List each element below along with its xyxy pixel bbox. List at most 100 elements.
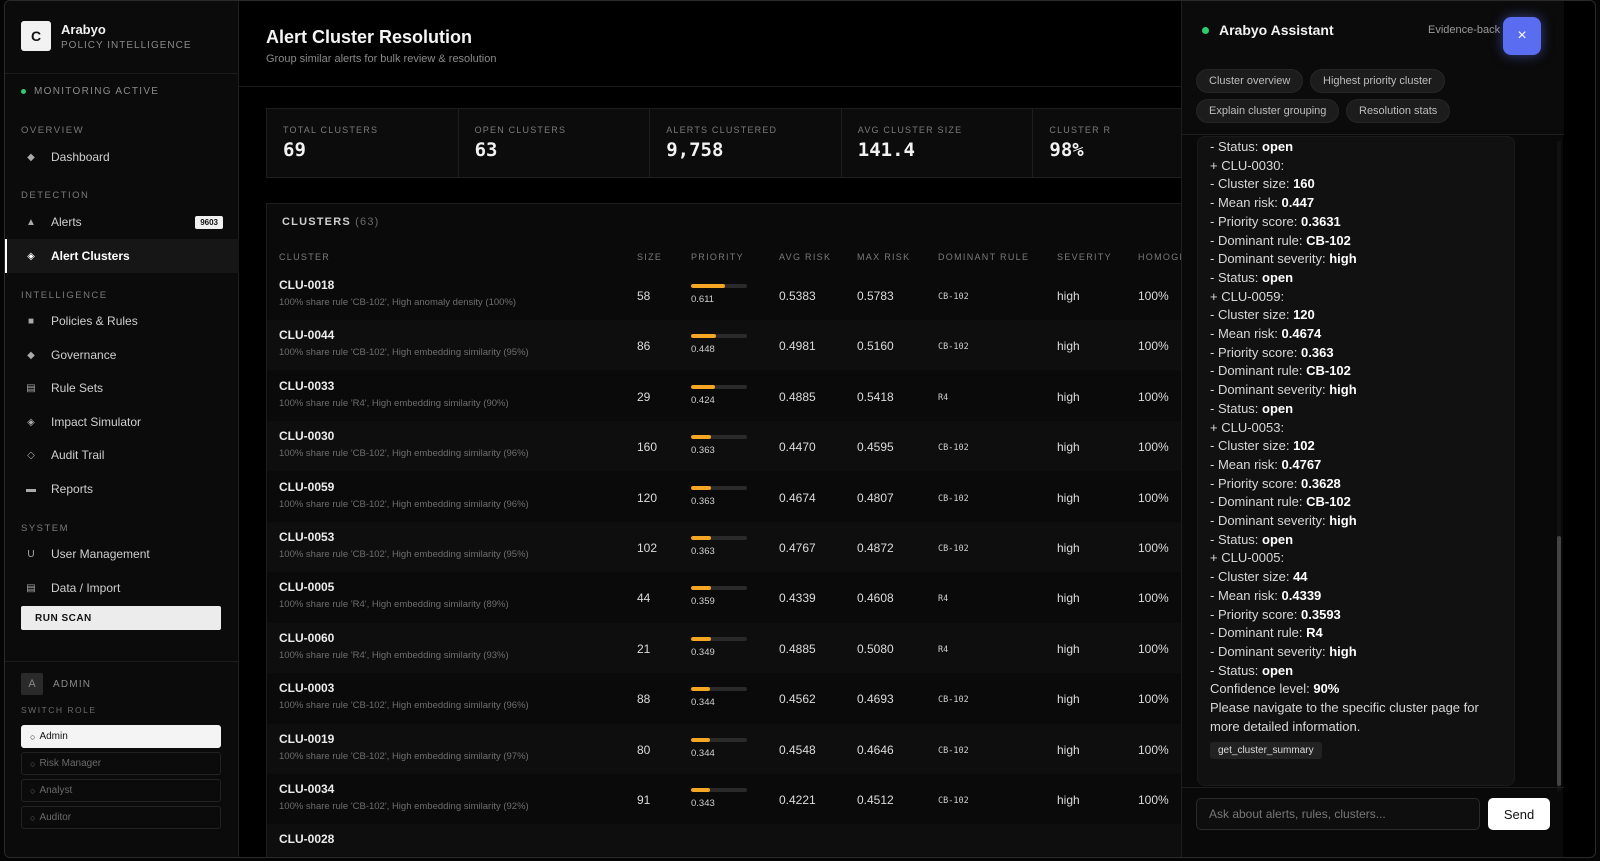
cluster-id[interactable]: CLU-0030 — [279, 429, 334, 443]
suggestion-chip-cluster-overview[interactable]: Cluster overview — [1196, 69, 1304, 93]
column-header-avg-risk[interactable]: AVG RISK — [779, 252, 831, 262]
column-header-priority[interactable]: PRIORITY — [691, 252, 744, 262]
table-row[interactable]: CLU-0003 100% share rule 'CB-102', High e… — [267, 673, 1181, 723]
chat-input[interactable] — [1196, 798, 1480, 830]
sidebar-item-alert-clusters[interactable]: ◈ Alert Clusters — [5, 239, 239, 273]
dominant-rule: CB-102 — [938, 342, 969, 353]
priority-score: 0.363 — [691, 495, 715, 507]
sidebar-item-user-management[interactable]: U User Management — [5, 537, 239, 571]
priority-bar — [691, 284, 747, 288]
column-header-size[interactable]: SIZE — [637, 252, 662, 262]
cluster-description: 100% share rule 'CB-102', High embedding… — [279, 347, 529, 359]
sidebar-item-rule-sets[interactable]: ▤ Rule Sets — [5, 371, 239, 405]
sidebar-item-audit-trail[interactable]: ◇ Audit Trail — [5, 438, 239, 472]
message-line: - Dominant severity: high — [1210, 513, 1357, 528]
table-row[interactable]: CLU-0030 100% share rule 'CB-102', High e… — [267, 421, 1181, 472]
sidebar-item-reports[interactable]: ▬ Reports — [5, 472, 239, 506]
cluster-size: 44 — [637, 591, 651, 606]
table-row[interactable]: CLU-0018 100% share rule 'CB-102', High a… — [267, 270, 1181, 320]
cluster-id[interactable]: CLU-0033 — [279, 379, 334, 393]
message-line: + CLU-0059: — [1210, 289, 1284, 304]
role-option-analyst[interactable]: ○ Analyst — [21, 779, 221, 802]
suggestion-chip-explain-grouping[interactable]: Explain cluster grouping — [1196, 99, 1340, 123]
cluster-id[interactable]: CLU-0034 — [279, 782, 334, 796]
sidebar-item-policies-rules[interactable]: ■ Policies & Rules — [5, 304, 239, 338]
nav-section-intelligence: INTELLIGENCE — [21, 290, 108, 301]
column-header-homogeneity[interactable]: HOMOGE — [1138, 252, 1181, 262]
max-risk: 0.4595 — [857, 440, 894, 455]
cluster-size: 120 — [637, 490, 658, 505]
table-row[interactable]: CLU-0019 100% share rule 'CB-102', High e… — [267, 723, 1181, 774]
run-scan-button[interactable]: RUN SCAN — [21, 606, 221, 630]
message-text: more detailed information. — [1210, 718, 1361, 734]
severity: high — [1057, 793, 1080, 807]
sidebar-item-label: Impact Simulator — [51, 415, 142, 429]
table-row[interactable]: CLU-0034 100% share rule 'CB-102', High e… — [267, 774, 1181, 824]
sidebar-item-label: Policies & Rules — [51, 314, 138, 328]
cluster-id[interactable]: CLU-0044 — [279, 328, 334, 342]
table-row[interactable]: CLU-0005 100% share rule 'R4', High embed… — [267, 572, 1181, 622]
homogeneity: 100% — [1138, 389, 1169, 404]
priority-bar — [691, 536, 747, 540]
message-text: - Dominant severity: — [1210, 382, 1330, 398]
message-line: - Status: open — [1210, 139, 1293, 154]
table-row[interactable]: CLU-0060 100% share rule 'R4', High embed… — [267, 622, 1181, 673]
max-risk: 0.5418 — [857, 389, 894, 404]
sidebar-item-governance[interactable]: ◆ Governance — [5, 338, 239, 372]
sidebar-item-data-import[interactable]: ▤ Data / Import — [5, 571, 239, 605]
suggestion-chip-highest-priority[interactable]: Highest priority cluster — [1310, 69, 1445, 93]
role-label: Auditor — [39, 812, 72, 823]
priority-bar — [691, 485, 747, 490]
sidebar-item-impact-simulator[interactable]: ◈ Impact Simulator — [5, 405, 239, 439]
role-option-risk-manager[interactable]: ○ Risk Manager — [21, 752, 221, 775]
table-row[interactable]: CLU-0033 100% share rule 'R4', High embed… — [267, 371, 1181, 421]
divider — [5, 73, 239, 74]
cluster-id[interactable]: CLU-0018 — [279, 278, 334, 292]
table-row[interactable]: CLU-0044 100% share rule 'CB-102', High e… — [267, 320, 1181, 371]
cluster-id[interactable]: CLU-0005 — [279, 580, 334, 594]
priority-bar — [691, 687, 747, 692]
role-option-admin[interactable]: ○ Admin — [21, 725, 221, 748]
send-button[interactable]: Send — [1488, 798, 1550, 830]
column-header-max-risk[interactable]: MAX RISK — [857, 252, 910, 262]
sidebar-item-label: User Management — [51, 547, 150, 561]
cluster-id[interactable]: CLU-0028 — [279, 832, 334, 846]
diamond-outline-icon: ◇ — [27, 449, 35, 461]
priority-score: 0.363 — [691, 445, 715, 457]
table-row[interactable]: CLU-0028 — [267, 824, 1181, 857]
severity: high — [1057, 289, 1080, 303]
cluster-id[interactable]: CLU-0059 — [279, 480, 334, 494]
sidebar-item-alerts[interactable]: ▲ Alerts 9603 — [5, 205, 239, 239]
message-value: 120 — [1293, 307, 1315, 323]
brand[interactable]: C Arabyo POLICY INTELLIGENCE — [21, 21, 192, 51]
cluster-id[interactable]: CLU-0053 — [279, 530, 334, 544]
message-line: - Dominant rule: CB-102 — [1210, 494, 1351, 509]
priority-bar-fill — [691, 788, 711, 792]
role-option-auditor[interactable]: ○ Auditor — [21, 806, 221, 829]
suggestion-chip-resolution-stats[interactable]: Resolution stats — [1346, 99, 1451, 123]
column-header-cluster[interactable]: CLUSTER — [279, 252, 330, 262]
avg-risk: 0.4674 — [779, 490, 816, 505]
message-line: - Dominant severity: high — [1210, 251, 1357, 266]
dominant-rule: CB-102 — [938, 292, 969, 302]
close-icon[interactable]: × — [1503, 17, 1541, 55]
cluster-id[interactable]: CLU-0019 — [279, 732, 334, 746]
scrollbar-thumb[interactable] — [1557, 536, 1561, 786]
cluster-id[interactable]: CLU-0003 — [279, 681, 334, 695]
priority-score: 0.359 — [691, 596, 715, 608]
message-text: - Status: — [1210, 531, 1263, 547]
message-value: 0.3631 — [1301, 213, 1341, 229]
column-header-severity[interactable]: SEVERITY — [1057, 252, 1112, 262]
table-row[interactable]: CLU-0053 100% share rule 'CB-102', High e… — [267, 522, 1181, 572]
cluster-id[interactable]: CLU-0060 — [279, 631, 334, 645]
column-header-dominant-rule[interactable]: DOMINANT RULE — [938, 252, 1029, 262]
table-row[interactable]: CLU-0059 100% share rule 'CB-102', High e… — [267, 472, 1181, 522]
message-value: open — [1262, 139, 1294, 154]
cluster-size: 29 — [637, 389, 651, 404]
sidebar-item-dashboard[interactable]: ◆ Dashboard — [5, 140, 239, 174]
message-value: 0.4674 — [1281, 326, 1322, 341]
homogeneity: 100% — [1138, 490, 1169, 505]
role-label: Admin — [39, 731, 68, 742]
sidebar-item-label: Audit Trail — [51, 448, 105, 462]
sidebar-item-label: Alerts — [51, 215, 82, 229]
